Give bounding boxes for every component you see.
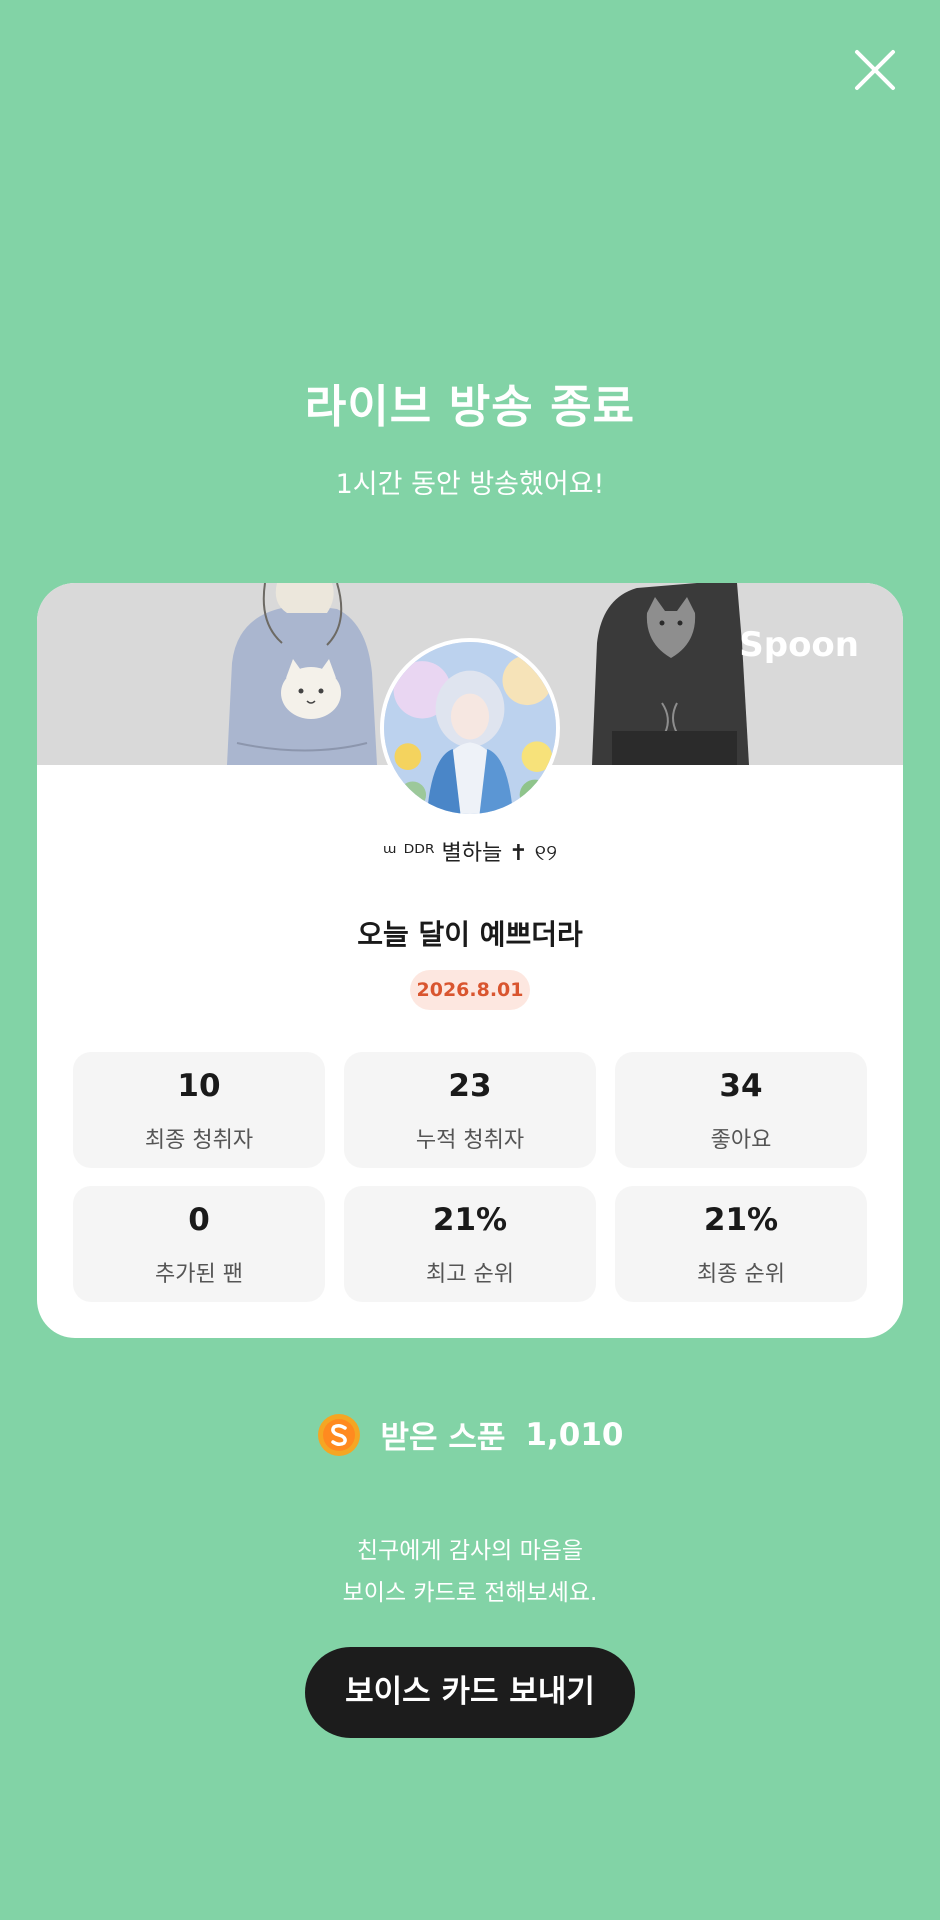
stat-label: 누적 청취자 — [415, 1128, 525, 1153]
stat-final-rank: 21% 최종 순위 — [615, 1186, 867, 1302]
stat-value: 23 — [448, 1068, 492, 1104]
stat-label: 최종 순위 — [697, 1262, 785, 1287]
avatar[interactable] — [380, 638, 560, 818]
prompt-line: 친구에게 감사의 마음을 — [356, 1538, 584, 1564]
spoon-coin-icon — [317, 1413, 361, 1457]
stat-label: 최종 청취자 — [144, 1128, 254, 1153]
stat-value: 10 — [177, 1068, 221, 1104]
stat-final-listeners: 10 최종 청취자 — [73, 1052, 325, 1168]
stat-value: 0 — [188, 1202, 210, 1238]
send-voice-card-button[interactable]: 보이스 카드 보내기 — [305, 1647, 635, 1738]
show-title: 오늘 달이 예쁘더라 — [357, 918, 583, 951]
avatar-image — [384, 642, 556, 814]
close-icon — [855, 50, 895, 90]
prompt-line: 보이스 카드로 전해보세요. — [342, 1580, 598, 1606]
spoons-value: 1,010 — [525, 1416, 624, 1453]
stat-highest-rank: 21% 최고 순위 — [344, 1186, 596, 1302]
stat-value: 34 — [719, 1068, 763, 1104]
stat-likes: 34 좋아요 — [615, 1052, 867, 1168]
dj-name: ᵚ ᴰᴰᴿ 별하늘 ✝︎ ୧୨ — [382, 841, 558, 866]
stat-label: 좋아요 — [710, 1128, 772, 1153]
stat-label: 추가된 팬 — [155, 1262, 243, 1287]
date-badge: 2026.8.01 — [410, 970, 530, 1010]
broadcast-duration: 1시간 동안 방송했어요! — [335, 469, 605, 500]
spoons-label: 받은 스푼 — [380, 1420, 506, 1456]
received-spoons: 받은 스푼 1,010 — [0, 1412, 940, 1462]
stat-total-listeners: 23 누적 청취자 — [344, 1052, 596, 1168]
close-button[interactable] — [845, 40, 905, 100]
spoon-logo: Spoon — [739, 625, 859, 665]
stat-label: 최고 순위 — [426, 1262, 514, 1287]
stat-new-fans: 0 추가된 팬 — [73, 1186, 325, 1302]
stat-value: 21% — [432, 1202, 508, 1238]
page-title: 라이브 방송 종료 — [304, 380, 636, 433]
stat-value: 21% — [703, 1202, 779, 1238]
voice-card-prompt: 친구에게 감사의 마음을 보이스 카드로 전해보세요. — [0, 1530, 940, 1614]
broadcast-summary-card: Spoon ᵚ ᴰᴰᴿ 별하늘 ✝︎ ୧୨ 오늘 달이 예쁘더라 2026.8.… — [37, 583, 903, 1338]
